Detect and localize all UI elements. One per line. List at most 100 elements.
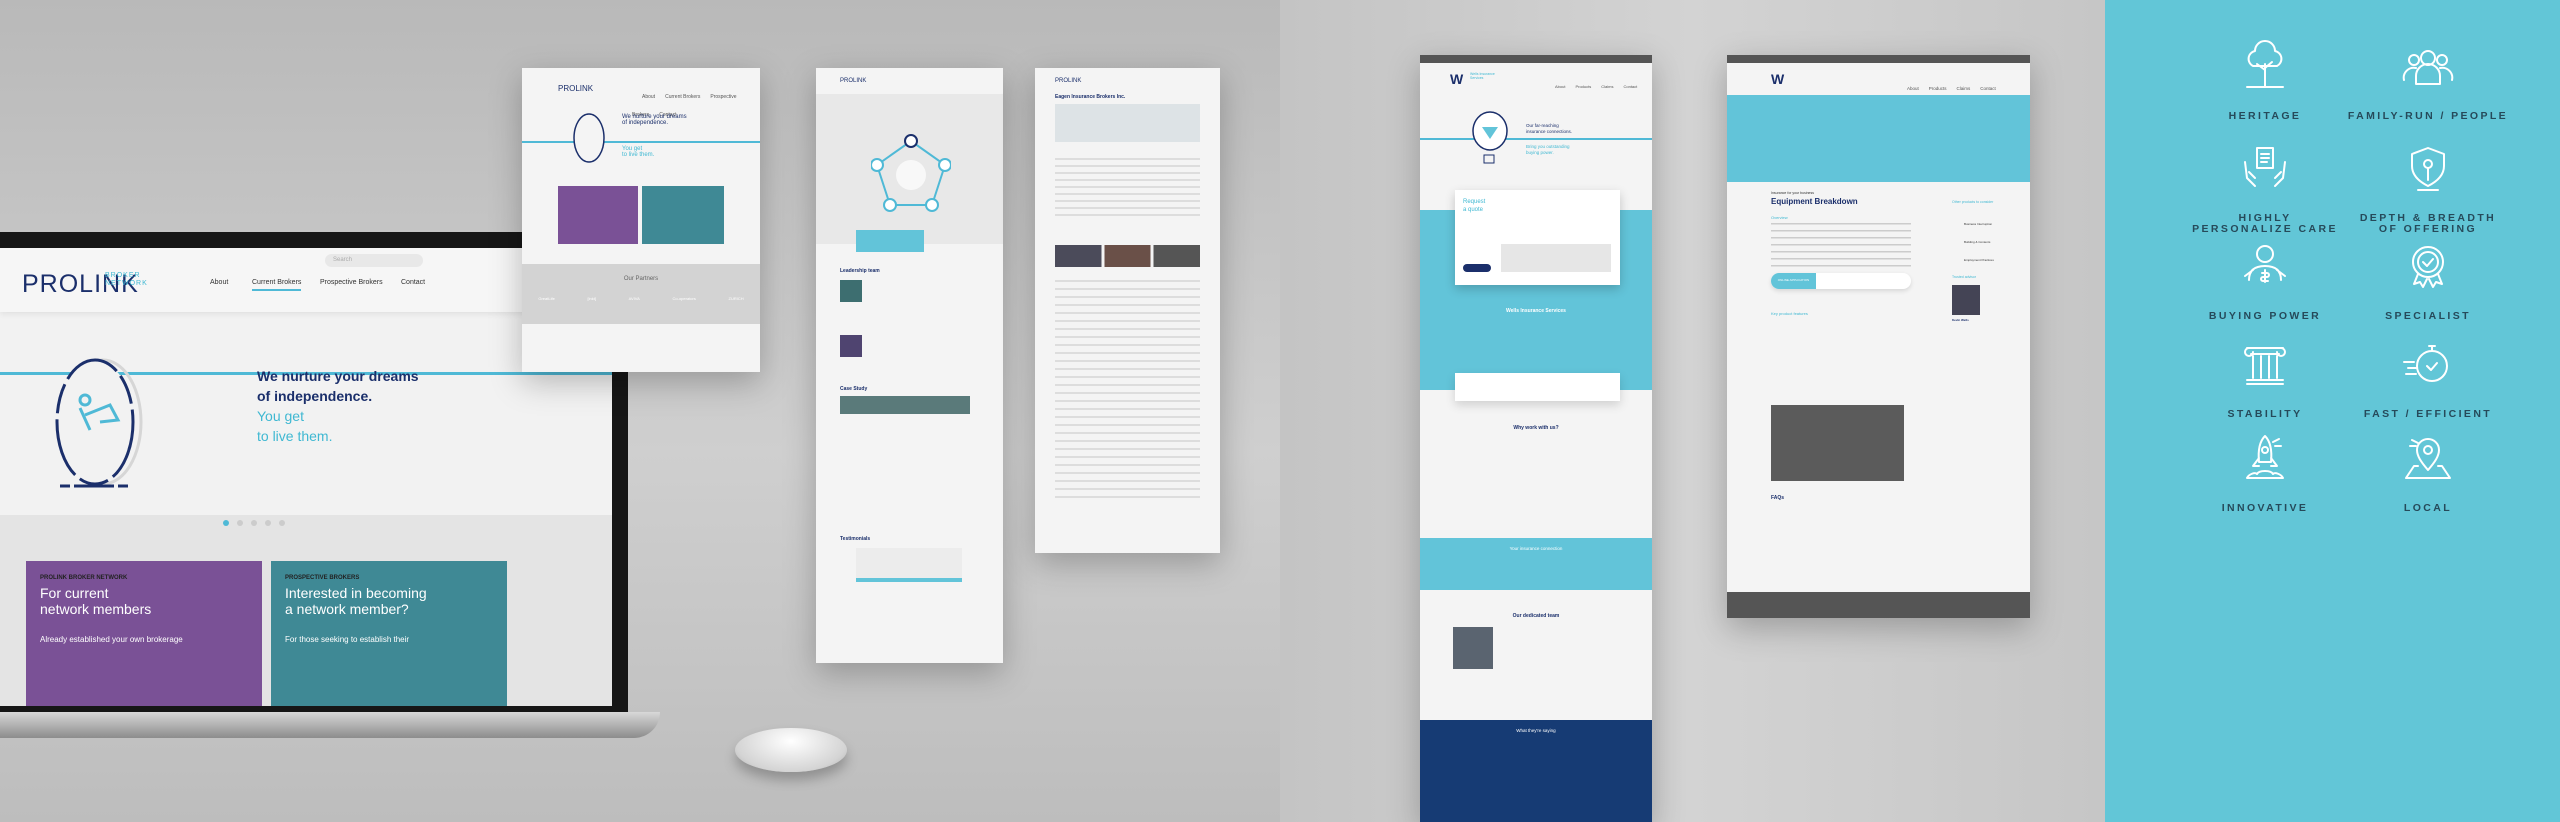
submit-button[interactable] (1463, 264, 1491, 272)
other-product-link[interactable]: Building & Contents (1964, 233, 1994, 251)
nav-item[interactable]: Claims (1957, 86, 1971, 91)
tree-icon (2246, 40, 2284, 88)
value-label: FAST / EFFICIENT (2363, 408, 2493, 420)
mockup-wells-product: W About Products Claims Contact Insurance f… (1727, 55, 2030, 618)
hero-line (522, 141, 760, 143)
people-icon (2402, 50, 2454, 85)
rocket-icon (2246, 435, 2284, 479)
logo: PROLINK (840, 78, 867, 84)
dot[interactable] (251, 520, 257, 526)
nav-item[interactable]: Contact (1980, 86, 1996, 91)
features-label: Key product features (1771, 311, 1808, 316)
nav-about[interactable]: About (210, 279, 228, 286)
card-title: network members (40, 601, 152, 617)
card-current-members[interactable]: PROLINK BROKER NETWORK For current netwo… (26, 561, 262, 706)
overview-label: Overview (1771, 215, 1788, 220)
testimonials-section: What they're saying (1420, 720, 1652, 822)
advisor-photo (1952, 285, 1980, 315)
hero-sub-line: You get (257, 408, 304, 424)
hero-sub-line: to live them. (257, 428, 333, 444)
footer (1727, 592, 2030, 618)
product-title: Equipment Breakdown (1771, 197, 1858, 206)
map-pin-icon (2405, 438, 2451, 479)
saying-title: What they're saying (1516, 728, 1556, 733)
nav-item[interactable]: Contact (1623, 84, 1637, 89)
testimonial-card (856, 548, 962, 582)
egg-hero-illustration (55, 358, 143, 488)
online-application[interactable]: ONLINE APPLICATION (1771, 273, 1911, 289)
nav-item[interactable]: Products (1929, 86, 1947, 91)
quote-title: Request a quote (1463, 198, 1485, 214)
dot[interactable] (265, 520, 271, 526)
value-specialist: SPECIALIST (2328, 240, 2528, 322)
hero-sub: Bring you outstanding buying power. (1526, 144, 1570, 156)
message-field[interactable] (1501, 244, 1611, 272)
value-local: LOCAL (2328, 432, 2528, 514)
partner-logo: AVIVA (628, 296, 640, 301)
column-icon (2244, 347, 2286, 385)
nav-current-brokers[interactable]: Current Brokers (252, 279, 302, 291)
why-title: Why work with us? (1513, 425, 1559, 431)
other-product-link[interactable]: Business Interruption (1964, 215, 1994, 233)
hero-title-line: of independence. (257, 388, 373, 404)
nav: About Products Claims Contact (1545, 75, 1637, 93)
team-title: Our dedicated team (1512, 613, 1560, 619)
line: insurance connections. (1526, 129, 1573, 134)
quote-form: Request a quote (1455, 190, 1620, 285)
advisor-name: Kevin Wells (1952, 318, 1969, 322)
leadership-title: Leadership team (840, 268, 880, 274)
stopwatch-icon (2403, 345, 2448, 382)
nav-item[interactable]: Products (1575, 84, 1591, 89)
card-title: a network member? (285, 601, 409, 617)
card-title: For current (40, 585, 109, 601)
egg-illustration (573, 113, 605, 163)
nav-contact[interactable]: Contact (401, 279, 425, 286)
value-family: FAMILY-RUN / PEOPLE (2328, 40, 2528, 122)
card-prospective[interactable]: PROSPECTIVE BROKERS Interested in becomi… (271, 561, 507, 706)
logo-subtitle: BROKER NETWORK (105, 272, 148, 287)
hero-title-line: We nurture your dreams (257, 368, 419, 384)
dot[interactable] (223, 520, 229, 526)
other-products-title: Other products to consider (1952, 200, 1994, 204)
shield-icon (2411, 147, 2445, 191)
search-input[interactable]: Search (325, 254, 423, 267)
other-products-list: Business Interruption Building & Contents… (1964, 215, 1994, 269)
nav-item[interactable]: About (1907, 86, 1919, 91)
card-purple[interactable] (558, 186, 638, 244)
dot[interactable] (237, 520, 243, 526)
top-bar (1420, 55, 1652, 63)
line: buying power. (1526, 150, 1554, 155)
card-teal[interactable] (642, 186, 724, 244)
nav-item[interactable]: About (642, 94, 655, 100)
connection-section: Your insurance connection (1420, 538, 1652, 590)
other-product-link[interactable]: Employment Practices (1964, 251, 1994, 269)
section-title: Wells Insurance Services (1506, 308, 1566, 314)
top-bar (1727, 55, 2030, 63)
wells-logo: W (1450, 71, 1464, 87)
card-body: For those seeking to establish their (285, 635, 410, 644)
wells-logo-text: Wells Insurance Services (1470, 72, 1495, 80)
dot[interactable] (279, 520, 285, 526)
mouse (735, 728, 847, 772)
partner-logo: [inkt] (587, 296, 596, 301)
value-label: SPECIALIST (2385, 310, 2471, 322)
value-label: DEPTH & BREADTH OF OFFERING (2359, 212, 2497, 235)
logo: PROLINK (1055, 78, 1082, 84)
strongman-dollar-icon (2244, 245, 2286, 283)
broker-title: Eagen Insurance Brokers Inc. (1055, 94, 1126, 100)
card-body: Already established your own brokerage (40, 635, 183, 644)
line: a quote (1463, 207, 1484, 213)
online-application-button[interactable]: ONLINE APPLICATION (1771, 273, 1816, 289)
case-photos (840, 396, 970, 414)
nav-item[interactable]: About (1555, 84, 1565, 89)
team-photo (1453, 627, 1493, 669)
nav-prospective-brokers[interactable]: Prospective Brokers (320, 279, 383, 286)
nav-item[interactable]: Current Brokers (665, 94, 700, 100)
nav-item[interactable]: Claims (1601, 84, 1613, 89)
partners-title: Our Partners (623, 276, 659, 282)
why-box (856, 230, 924, 252)
carousel-dots[interactable] (223, 520, 285, 526)
value-label: FAMILY-RUN / PEOPLE (2347, 110, 2509, 122)
map[interactable] (1055, 104, 1200, 142)
video-player[interactable] (1771, 405, 1904, 481)
